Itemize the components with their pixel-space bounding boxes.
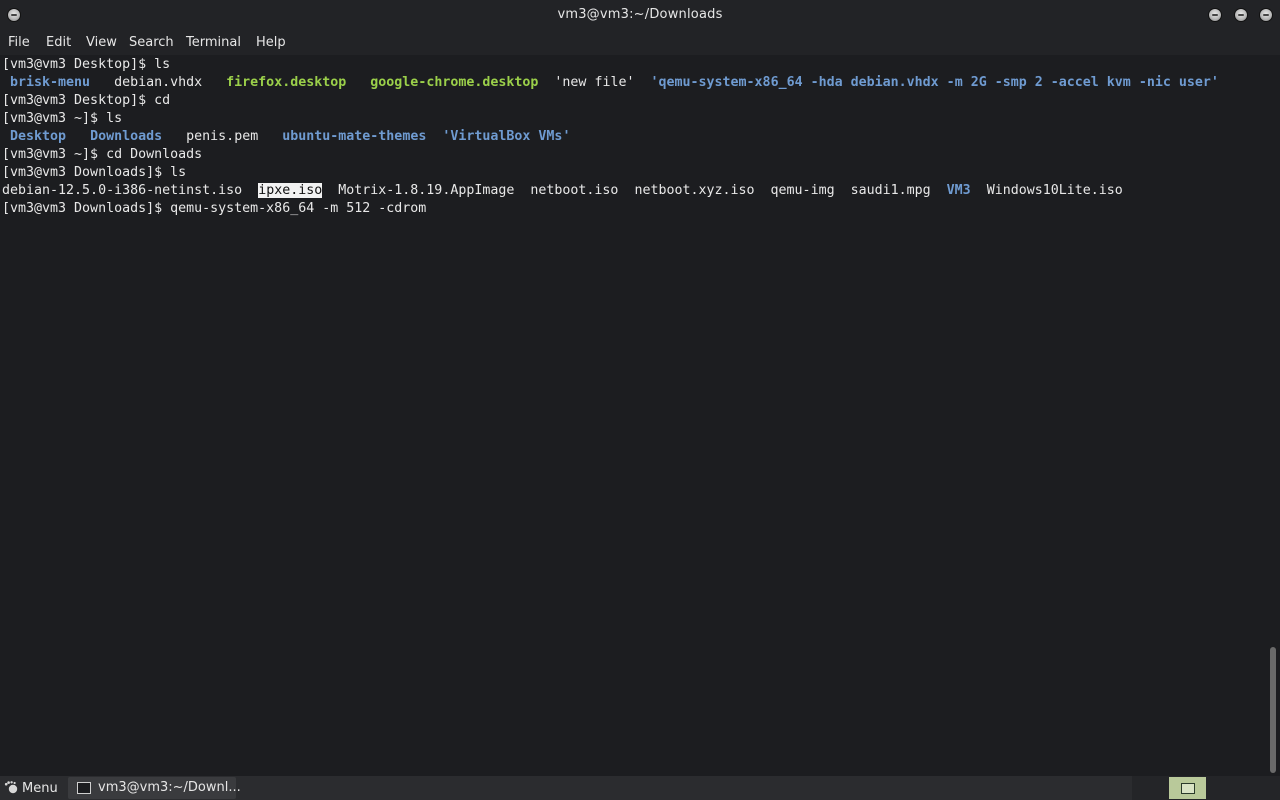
close-button[interactable] — [1260, 9, 1272, 21]
menu-file[interactable]: File — [8, 35, 30, 50]
workspace-1-button[interactable] — [1169, 777, 1206, 799]
terminal-text: 'VirtualBox VMs' — [442, 129, 571, 144]
gnome-foot-icon — [4, 781, 18, 794]
terminal-text: firefox.desktop — [226, 75, 347, 90]
selected-text: ipxe.iso — [258, 183, 323, 198]
terminal-line: Desktop Downloads penis.pem ubuntu-mate-… — [2, 128, 570, 146]
terminal-text: 'new file' — [538, 75, 651, 90]
window-title: vm3@vm3:~/Downloads — [557, 7, 723, 22]
terminal-text: penis.pem — [162, 129, 283, 144]
terminal-line: debian-12.5.0-i386-netinst.iso ipxe.iso … — [2, 182, 1123, 200]
terminal-text: debian-12.5.0-i386-netinst.iso — [2, 183, 259, 198]
terminal-text: ubuntu-mate-themes — [282, 129, 427, 144]
terminal-text: [vm3@vm3 ~]$ ls — [2, 111, 123, 126]
maximize-button[interactable] — [1235, 9, 1247, 21]
terminal-scrollbar[interactable] — [1266, 55, 1280, 775]
menu-edit[interactable]: Edit — [46, 35, 71, 50]
minimize-button[interactable] — [1209, 9, 1221, 21]
terminal-text: [vm3@vm3 Downloads]$ qemu-system-x86_64 … — [2, 201, 435, 216]
menu-view[interactable]: View — [86, 35, 117, 50]
terminal-window-icon — [77, 782, 91, 794]
terminal-text: [vm3@vm3 ~]$ cd Downloads — [2, 147, 203, 162]
terminal-text: debian.vhdx — [90, 75, 227, 90]
terminal-line: [vm3@vm3 Desktop]$ ls — [2, 56, 170, 74]
menu-terminal[interactable]: Terminal — [186, 35, 241, 50]
terminal-line: [vm3@vm3 Downloads]$ qemu-system-x86_64 … — [2, 200, 434, 218]
terminal-text: Windows10Lite.iso — [970, 183, 1123, 198]
terminal-text: Downloads — [90, 129, 163, 144]
terminal-output[interactable]: [vm3@vm3 Desktop]$ ls brisk-menu debian.… — [0, 55, 1266, 775]
terminal-text: google-chrome.desktop — [370, 75, 539, 90]
terminal-text: Motrix-1.8.19.AppImage netboot.iso netbo… — [322, 183, 947, 198]
terminal-line: [vm3@vm3 ~]$ cd Downloads — [2, 146, 202, 164]
terminal-text: 'qemu-system-x86_64 -hda debian.vhdx -m … — [650, 75, 1219, 90]
terminal-text: brisk-menu — [2, 75, 91, 90]
terminal-text: [vm3@vm3 Desktop]$ cd — [2, 93, 171, 108]
menu-label: Menu — [22, 781, 58, 796]
terminal-line: [vm3@vm3 ~]$ ls — [2, 110, 122, 128]
menu-bar: File Edit View Search Terminal Help — [0, 30, 1280, 55]
terminal-line: [vm3@vm3 Desktop]$ cd — [2, 92, 170, 110]
terminal-text: VM3 — [946, 183, 971, 198]
terminal-line: [vm3@vm3 Downloads]$ ls — [2, 164, 186, 182]
terminal-text: Desktop — [2, 129, 67, 144]
terminal-line: brisk-menu debian.vhdx firefox.desktop g… — [2, 74, 1219, 92]
terminal-text: [vm3@vm3 Downloads]$ ls — [2, 165, 187, 180]
terminal-text: [vm3@vm3 Desktop]$ ls — [2, 57, 171, 72]
title-bar: vm3@vm3:~/Downloads — [0, 0, 1280, 30]
scrollbar-thumb[interactable] — [1270, 647, 1276, 773]
taskbar: Menu vm3@vm3:~/Downl... — [0, 776, 1280, 800]
workspace-window-icon — [1181, 783, 1195, 794]
menu-help[interactable]: Help — [256, 35, 286, 50]
taskbar-window-terminal[interactable]: vm3@vm3:~/Downl... — [68, 777, 241, 799]
menu-search[interactable]: Search — [129, 35, 174, 50]
task-label: vm3@vm3:~/Downl... — [98, 780, 241, 795]
workspace-switcher — [1132, 776, 1280, 800]
